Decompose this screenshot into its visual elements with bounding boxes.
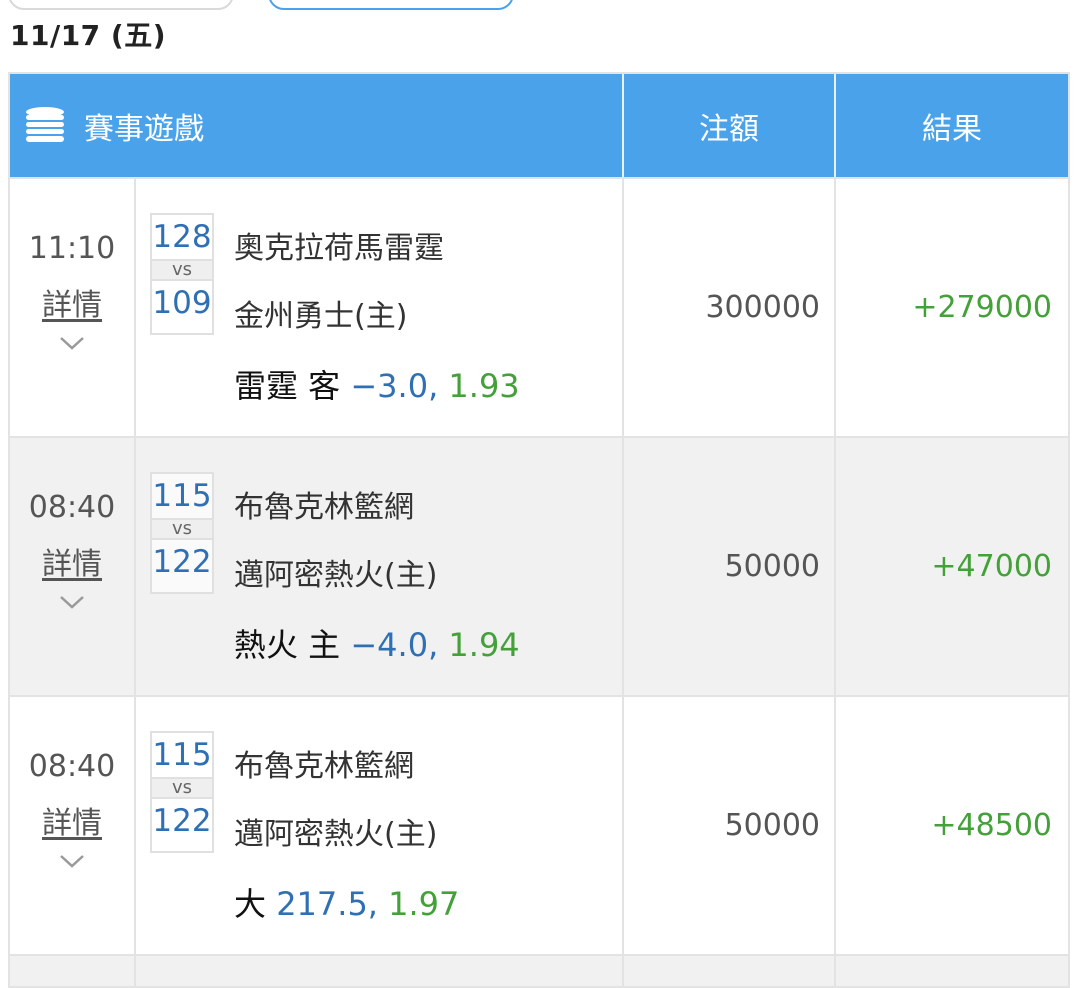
header-game: 賽事遊戲 (10, 74, 624, 177)
pick-line: 217.5, (276, 885, 378, 923)
home-team: 邁阿密熱火(主) (234, 817, 438, 852)
score-box: 115 vs 122 (150, 472, 214, 594)
bet-amount: 50000 (624, 438, 836, 695)
time-cell: 08:40 詳情 (10, 697, 136, 954)
table-row: 08:40 詳情 115 vs 122 布魯克林籃網 邁阿密熱火(主) 熱火 主… (10, 436, 1068, 695)
game-time: 08:40 (28, 749, 116, 784)
pick-team: 大 (234, 885, 267, 923)
partial-cell (624, 956, 836, 986)
pick-odds: 1.97 (388, 885, 460, 923)
filter-pill-right[interactable] (268, 0, 514, 10)
partial-cell (836, 956, 1068, 986)
time-cell: 08:40 詳情 (10, 438, 136, 695)
detail-link[interactable]: 詳情 (42, 539, 102, 583)
bet-result: +47000 (931, 549, 1052, 584)
detail-link[interactable]: 詳情 (42, 280, 102, 324)
pick-line: −3.0, (350, 367, 439, 405)
coins-stack-icon (26, 106, 64, 142)
table-row-partial (10, 954, 1068, 986)
date-header: 11/17 (五) (10, 19, 166, 52)
vs-label: vs (152, 518, 212, 540)
game-cell: 115 vs 122 布魯克林籃網 邁阿密熱火(主) 大 217.5, 1.97 (136, 697, 624, 954)
home-score: 122 (152, 544, 212, 580)
chevron-down-icon[interactable] (58, 593, 86, 611)
pick-odds: 1.93 (448, 367, 520, 405)
score-box: 128 vs 109 (150, 213, 214, 335)
header-result: 結果 (922, 111, 982, 147)
vs-label: vs (152, 259, 212, 281)
game-time: 08:40 (28, 490, 116, 525)
away-team: 布魯克林籃網 (234, 749, 414, 784)
bet-pick: 雷霆 客 −3.0, 1.93 (234, 361, 520, 407)
table-row: 08:40 詳情 115 vs 122 布魯克林籃網 邁阿密熱火(主) 大 21… (10, 695, 1068, 954)
pick-line: −4.0, (350, 626, 439, 664)
home-team: 邁阿密熱火(主) (234, 558, 438, 593)
home-score: 122 (152, 803, 212, 839)
table-row: 11:10 詳情 128 vs 109 奧克拉荷馬雷霆 金州勇士(主) 雷霆 客… (10, 177, 1068, 436)
table-header: 賽事遊戲 注額 結果 (10, 74, 1068, 177)
bet-pick: 熱火 主 −4.0, 1.94 (234, 620, 520, 666)
header-bet: 注額 (624, 74, 836, 177)
bet-result: +48500 (931, 808, 1052, 843)
pick-odds: 1.94 (448, 626, 520, 664)
filter-pill-left[interactable] (8, 0, 234, 10)
home-score: 109 (152, 285, 212, 321)
bet-pick: 大 217.5, 1.97 (234, 879, 459, 925)
pick-team: 雷霆 客 (234, 367, 341, 405)
header-game-label: 賽事遊戲 (84, 111, 204, 147)
game-cell: 115 vs 122 布魯克林籃網 邁阿密熱火(主) 熱火 主 −4.0, 1.… (136, 438, 624, 695)
game-time: 11:10 (28, 231, 116, 266)
detail-link[interactable]: 詳情 (42, 798, 102, 842)
away-team: 布魯克林籃網 (234, 490, 414, 525)
away-score: 115 (152, 737, 212, 773)
pick-team: 熱火 主 (234, 626, 341, 664)
score-box: 115 vs 122 (150, 731, 214, 853)
time-cell: 11:10 詳情 (10, 179, 136, 436)
bet-history-table: 賽事遊戲 注額 結果 11:10 詳情 128 vs 109 奧克拉荷馬雷霆 金… (8, 72, 1070, 988)
bet-amount: 50000 (624, 697, 836, 954)
chevron-down-icon[interactable] (58, 852, 86, 870)
vs-label: vs (152, 777, 212, 799)
partial-cell (136, 956, 624, 986)
home-team: 金州勇士(主) (234, 299, 408, 334)
away-team: 奧克拉荷馬雷霆 (234, 231, 444, 266)
bet-result: +279000 (912, 290, 1052, 325)
away-score: 115 (152, 478, 212, 514)
bet-amount: 300000 (624, 179, 836, 436)
chevron-down-icon[interactable] (58, 334, 86, 352)
away-score: 128 (152, 219, 212, 255)
partial-cell (10, 956, 136, 986)
top-filter-bar (0, 0, 1080, 12)
game-cell: 128 vs 109 奧克拉荷馬雷霆 金州勇士(主) 雷霆 客 −3.0, 1.… (136, 179, 624, 436)
